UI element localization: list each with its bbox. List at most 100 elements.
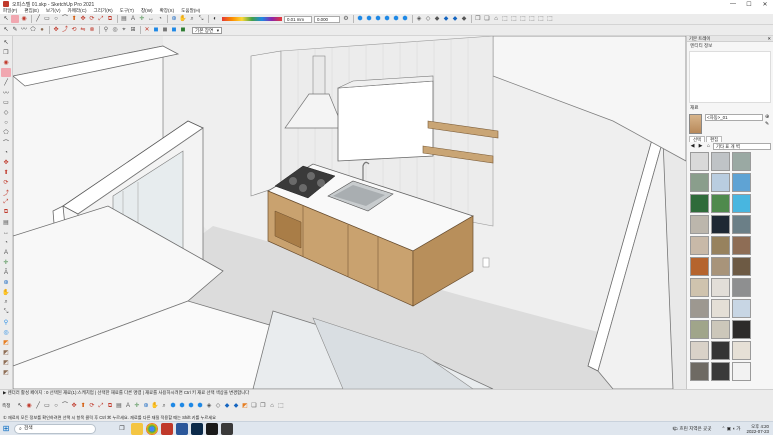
style-icon[interactable]: ⬚: [546, 15, 554, 23]
material-swatch[interactable]: [690, 320, 709, 339]
material-swatch[interactable]: [711, 278, 730, 297]
material-swatch[interactable]: [732, 194, 751, 213]
extension-icon[interactable]: ⬚: [501, 15, 509, 23]
bt-xray-icon[interactable]: ◈: [205, 402, 213, 410]
paint-tool-icon[interactable]: ◉: [1, 58, 11, 67]
close-x-icon[interactable]: ✕: [143, 26, 151, 34]
polygon-icon[interactable]: ⬠: [29, 26, 37, 34]
forward-icon[interactable]: ▶: [697, 143, 704, 150]
paint-bucket-icon[interactable]: ◉: [20, 15, 28, 23]
text-icon[interactable]: A: [129, 15, 137, 23]
look-left-icon[interactable]: ◎: [1, 328, 11, 337]
rotate-left-icon[interactable]: ⟳: [1, 178, 11, 187]
material-swatch[interactable]: [732, 152, 751, 171]
bt-eraser-icon[interactable]: ◉: [25, 402, 33, 410]
sphere-icon[interactable]: ●: [38, 26, 46, 34]
maximize-button[interactable]: ☐: [741, 0, 757, 8]
tab-select[interactable]: 선택: [689, 136, 706, 142]
material-swatch[interactable]: [690, 194, 709, 213]
orbit-icon[interactable]: ⊛: [170, 15, 178, 23]
arc-icon[interactable]: ⌒: [61, 15, 69, 23]
solid-tools-icon[interactable]: ⬚: [510, 15, 518, 23]
settings-icon[interactable]: ⚙: [342, 15, 350, 23]
eyedropper-icon[interactable]: ✎: [765, 121, 771, 127]
bt-rect-icon[interactable]: ▭: [43, 402, 51, 410]
dimension-icon[interactable]: ↔: [147, 15, 155, 23]
shadow-icon[interactable]: ◐: [211, 15, 219, 23]
material-swatch[interactable]: [732, 362, 751, 381]
bt-circle-icon[interactable]: ○: [52, 402, 60, 410]
bt-offset-icon[interactable]: ⧉: [106, 402, 114, 410]
material-swatch[interactable]: [711, 152, 730, 171]
bt-push-icon[interactable]: ⬆: [79, 402, 87, 410]
polygon-tool-icon[interactable]: ⬠: [1, 128, 11, 137]
create-material-icon[interactable]: ⊕: [765, 114, 771, 120]
sketchup-task-icon[interactable]: [161, 422, 173, 435]
section-left-icon[interactable]: ◩: [1, 338, 11, 347]
bt-rotate-icon[interactable]: ⟳: [88, 402, 96, 410]
chrome-icon[interactable]: [146, 422, 158, 435]
right-view-icon[interactable]: ⬢: [383, 15, 391, 23]
bt-scale-icon[interactable]: ⤢: [97, 402, 105, 410]
tab-edit[interactable]: 편집: [706, 136, 723, 142]
walk-left-icon[interactable]: ⚲: [1, 318, 11, 327]
layer-tag-icon[interactable]: ◼: [170, 26, 178, 34]
bt-axes-icon[interactable]: ✛: [133, 402, 141, 410]
bt-section-icon[interactable]: ◩: [241, 402, 249, 410]
freehand-icon[interactable]: 〰: [20, 26, 28, 34]
material-swatch[interactable]: [711, 341, 730, 360]
materials-heading[interactable]: 재료: [687, 104, 773, 112]
rectangle-tool-icon[interactable]: ▭: [1, 98, 11, 107]
zoom-ext-left-icon[interactable]: ⤡: [1, 308, 11, 317]
bt-shaded-icon[interactable]: ◆: [223, 402, 231, 410]
bt-select-icon[interactable]: ↖: [16, 402, 24, 410]
app-icon-7[interactable]: [206, 422, 218, 435]
rotated-rect-tool-icon[interactable]: ◇: [1, 108, 11, 117]
select-icon[interactable]: ↖: [2, 15, 10, 23]
protractor-icon[interactable]: ◔: [156, 15, 164, 23]
bt-right-icon[interactable]: ⬢: [196, 402, 204, 410]
material-swatch[interactable]: [711, 257, 730, 276]
layer-icon[interactable]: ⬚: [537, 15, 545, 23]
textured-icon[interactable]: ◆: [451, 15, 459, 23]
material-swatch[interactable]: [732, 257, 751, 276]
protractor-left-icon[interactable]: ◔: [1, 238, 11, 247]
left-view-icon[interactable]: ⬢: [401, 15, 409, 23]
material-swatch[interactable]: [711, 173, 730, 192]
task-view-icon[interactable]: ❐: [116, 423, 128, 435]
text-left-icon[interactable]: A: [1, 248, 11, 257]
app-icon-8[interactable]: [221, 422, 233, 435]
material-swatch[interactable]: [732, 215, 751, 234]
material-swatch[interactable]: [690, 152, 709, 171]
color-spectrum-bar[interactable]: [222, 17, 282, 21]
move-left-icon[interactable]: ✥: [1, 158, 11, 167]
layer-blue-icon[interactable]: ◼: [152, 26, 160, 34]
bt-move-icon[interactable]: ✥: [70, 402, 78, 410]
scene-dropdown[interactable]: 기본 장면 ▾: [192, 26, 222, 34]
follow-me-icon[interactable]: ⤴: [61, 26, 69, 34]
eraser-tool-icon[interactable]: [1, 68, 11, 77]
entity-info-heading[interactable]: 엔티티 정보: [687, 42, 773, 50]
offset-icon[interactable]: ⧉: [106, 15, 114, 23]
material-swatch[interactable]: [690, 236, 709, 255]
sandbox-icon[interactable]: ⬚: [519, 15, 527, 23]
warehouse-icon[interactable]: ⌂: [492, 15, 500, 23]
circle-icon[interactable]: ○: [52, 15, 60, 23]
home-icon[interactable]: ⌂: [705, 143, 712, 150]
material-swatch[interactable]: [732, 173, 751, 192]
intersect-icon[interactable]: ⊗: [88, 26, 96, 34]
top-view-icon[interactable]: ⬢: [365, 15, 373, 23]
material-swatch[interactable]: [732, 278, 751, 297]
current-material-swatch[interactable]: [689, 114, 702, 134]
material-swatch[interactable]: [711, 362, 730, 381]
scale-left-icon[interactable]: ⤢: [1, 198, 11, 207]
sandbox-left-icon[interactable]: ◩: [1, 348, 11, 357]
axes-left-icon[interactable]: ✛: [1, 258, 11, 267]
model-viewport[interactable]: [13, 36, 686, 389]
material-swatch[interactable]: [711, 299, 730, 318]
bt-wire-icon[interactable]: ◇: [214, 402, 222, 410]
axes-icon[interactable]: ✛: [138, 15, 146, 23]
iso-view-icon[interactable]: ⬢: [356, 15, 364, 23]
scale-icon[interactable]: ⤢: [97, 15, 105, 23]
material-name-field[interactable]: <자동>_01: [705, 114, 763, 121]
